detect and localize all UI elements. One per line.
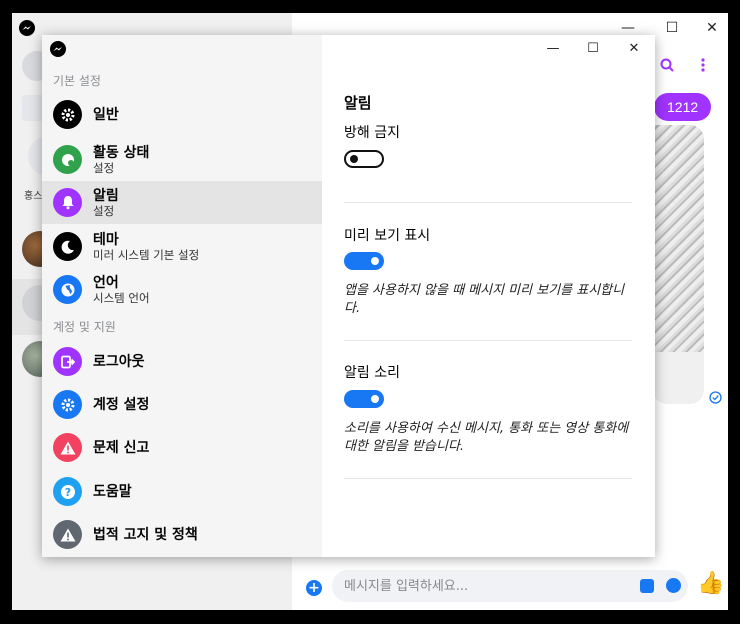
messenger-logo-icon xyxy=(50,41,66,57)
menu-item-title: 언어 xyxy=(93,274,119,291)
globe-icon xyxy=(53,275,82,304)
story-label: 홍스 xyxy=(24,191,43,202)
menu-item-title: 일반 xyxy=(93,106,119,123)
shared-image[interactable] xyxy=(653,125,704,352)
menu-item-notifications[interactable]: 알림 설정 xyxy=(42,181,322,224)
warning-icon xyxy=(53,433,82,462)
messenger-logo-icon xyxy=(19,20,35,36)
settings-window: 기본 설정 일반 활동 상태 설정 알림 설정 테마 미러 시스템 기본 설정 … xyxy=(42,35,655,557)
menu-item-theme[interactable]: 테마 미러 시스템 기본 설정 xyxy=(42,225,322,268)
divider xyxy=(344,202,632,203)
sound-toggle[interactable] xyxy=(344,390,384,408)
help-icon: ? xyxy=(53,477,82,506)
image-caption-area xyxy=(653,352,704,404)
menu-item-title: 법적 고지 및 정책 xyxy=(93,526,198,543)
message-composer: + 👍 xyxy=(292,568,728,610)
menu-item-account-settings[interactable]: 계정 설정 xyxy=(42,383,322,426)
menu-item-legal-policies[interactable]: 법적 고지 및 정책 xyxy=(42,513,322,556)
dnd-toggle[interactable] xyxy=(344,150,384,168)
panel-title: 알림 xyxy=(344,94,372,112)
svg-text:?: ? xyxy=(64,486,70,499)
minimize-button[interactable]: — xyxy=(533,35,573,61)
menu-item-title: 테마 xyxy=(93,231,119,248)
menu-item-title: 로그아웃 xyxy=(93,353,145,370)
gear-icon xyxy=(53,100,82,129)
sticker-icon[interactable] xyxy=(640,579,654,593)
logout-icon xyxy=(53,347,82,376)
add-attachment-icon[interactable]: + xyxy=(306,580,322,596)
thumbs-up-icon[interactable]: 👍 xyxy=(697,572,724,596)
dnd-label: 방해 금지 xyxy=(344,125,400,141)
emoji-icon[interactable] xyxy=(666,578,681,593)
bg-close-button[interactable]: ✕ xyxy=(692,13,728,43)
menu-item-language[interactable]: 언어 시스템 언어 xyxy=(42,268,322,311)
preview-description: 앱을 사용하지 않을 때 메시지 미리 보기를 표시합니다. xyxy=(344,283,625,316)
menu-item-subtitle: 설정 xyxy=(93,203,115,218)
menu-item-subtitle: 설정 xyxy=(93,160,115,175)
activity-icon xyxy=(53,145,82,174)
divider xyxy=(344,340,632,341)
sound-label: 알림 소리 xyxy=(344,365,400,381)
preview-label: 미리 보기 표시 xyxy=(344,228,431,244)
warning-icon xyxy=(53,520,82,549)
sound-description: 소리를 사용하여 수신 메시지, 통화 또는 영상 통화에 대한 알림을 받습니… xyxy=(344,421,629,454)
moon-icon xyxy=(53,232,82,261)
maximize-button[interactable]: ☐ xyxy=(573,35,613,61)
read-receipt-icon xyxy=(709,391,722,404)
menu-item-logout[interactable]: 로그아웃 xyxy=(42,340,322,383)
message-input[interactable] xyxy=(332,570,688,602)
menu-item-title: 문제 신고 xyxy=(93,439,150,456)
menu-item-general[interactable]: 일반 xyxy=(42,93,322,136)
section-account-support: 계정 및 지원 xyxy=(53,320,116,334)
notification-settings-panel: — ☐ ✕ 알림 방해 금지 미리 보기 표시 앱을 사용하지 않을 때 메시지… xyxy=(322,35,655,557)
gear-icon xyxy=(53,390,82,419)
menu-item-title: 활동 상태 xyxy=(93,144,150,161)
menu-item-subtitle: 시스템 언어 xyxy=(93,290,150,305)
menu-item-title: 도움말 xyxy=(93,483,132,500)
menu-item-title: 계정 설정 xyxy=(93,396,150,413)
preview-toggle[interactable] xyxy=(344,252,384,270)
menu-item-subtitle: 미러 시스템 기본 설정 xyxy=(93,247,200,262)
search-icon[interactable] xyxy=(660,58,674,72)
more-options-icon[interactable] xyxy=(700,58,706,72)
message-bubble: 1212 xyxy=(654,93,712,121)
menu-item-help[interactable]: ? 도움말 xyxy=(42,470,322,513)
section-basic-settings: 기본 설정 xyxy=(53,74,101,88)
menu-item-title: 알림 xyxy=(93,187,119,204)
bg-maximize-button[interactable]: ☐ xyxy=(652,13,692,43)
settings-sidebar: 기본 설정 일반 활동 상태 설정 알림 설정 테마 미러 시스템 기본 설정 … xyxy=(42,35,322,557)
menu-item-activity-status[interactable]: 활동 상태 설정 xyxy=(42,138,322,181)
divider xyxy=(344,478,632,479)
close-button[interactable]: ✕ xyxy=(614,35,654,61)
bell-icon xyxy=(53,188,82,217)
menu-item-report-problem[interactable]: 문제 신고 xyxy=(42,426,322,469)
